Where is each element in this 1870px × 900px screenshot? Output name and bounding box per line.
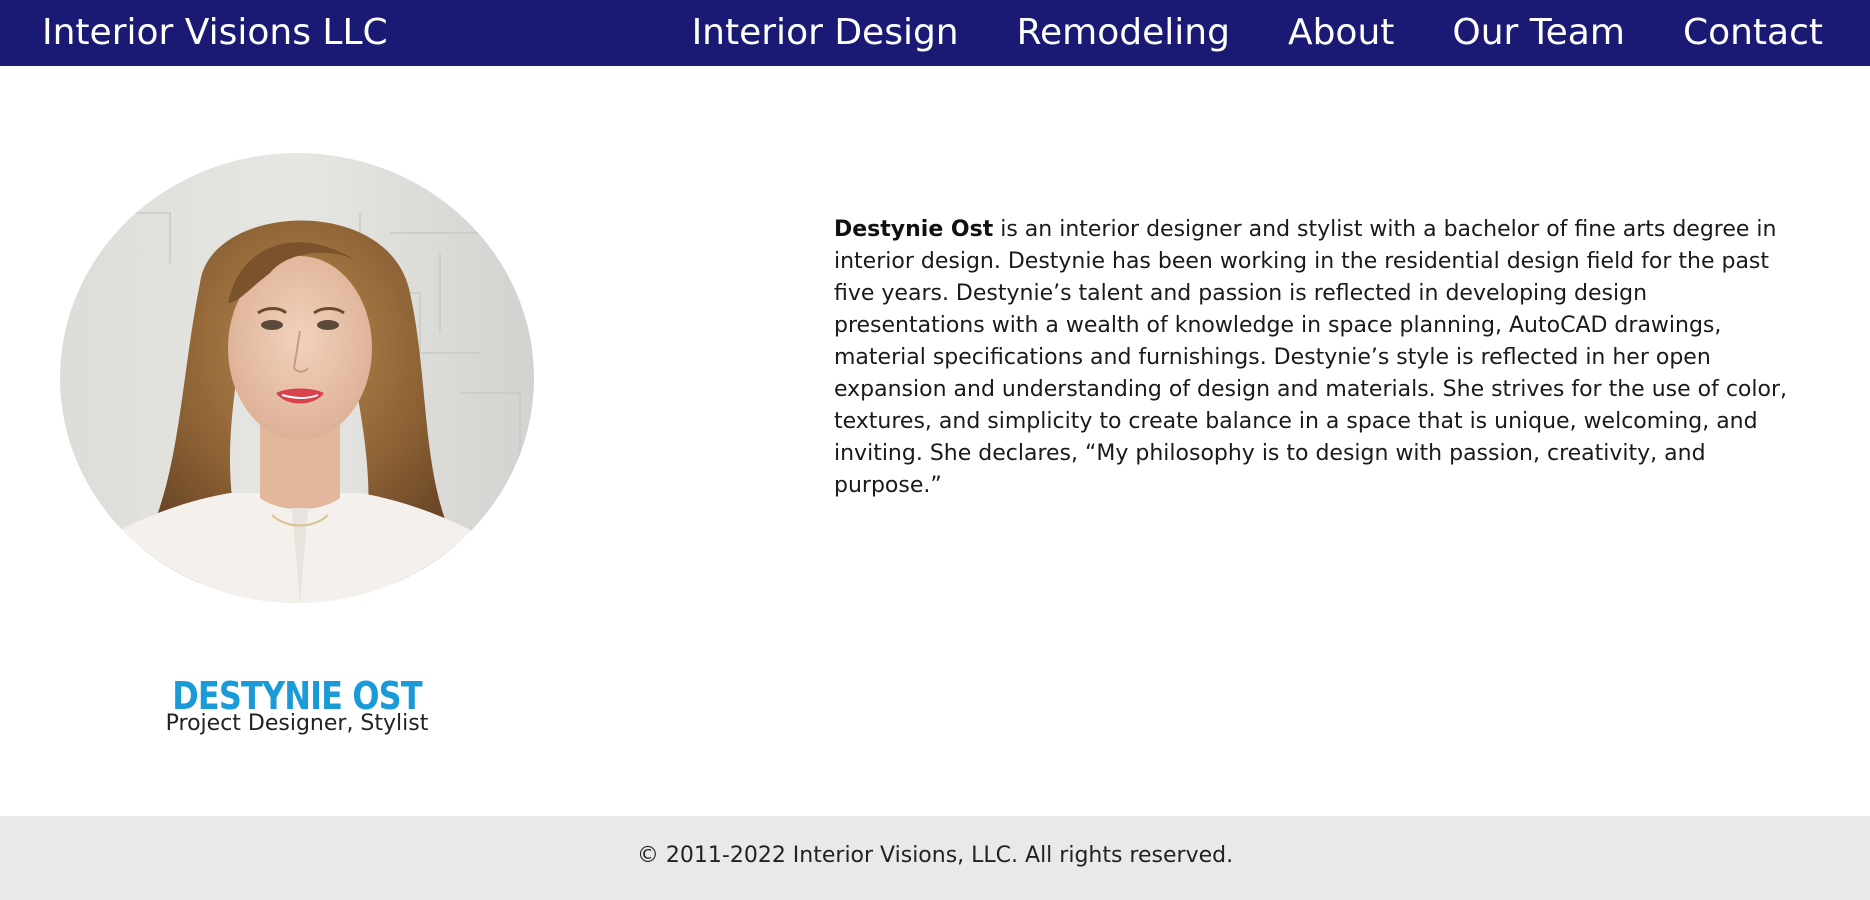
page-footer: © 2011-2022 Interior Visions, LLC. All r… — [0, 816, 1870, 900]
brand-link[interactable]: Interior Visions LLC — [42, 6, 388, 60]
team-member-role: Project Designer, Stylist — [165, 711, 429, 736]
nav-link-about[interactable]: About — [1288, 6, 1394, 60]
bio-name: Destynie Ost — [834, 217, 994, 242]
copyright-text: © 2011-2022 Interior Visions, LLC. All r… — [636, 843, 1234, 868]
bio-text: is an interior designer and stylist with… — [834, 217, 1787, 498]
nav-link-remodeling[interactable]: Remodeling — [1017, 6, 1230, 60]
nav-link-contact[interactable]: Contact — [1683, 6, 1823, 60]
team-member-bio: Destynie Ost is an interior designer and… — [834, 214, 1794, 502]
nav-link-our-team[interactable]: Our Team — [1452, 6, 1625, 60]
nav-link-interior-design[interactable]: Interior Design — [692, 6, 959, 60]
main-menu: Interior Design Remodeling About Our Tea… — [692, 6, 1823, 60]
top-navigation-bar: Interior Visions LLC Interior Design Rem… — [0, 0, 1870, 66]
team-member-photo — [60, 153, 534, 603]
